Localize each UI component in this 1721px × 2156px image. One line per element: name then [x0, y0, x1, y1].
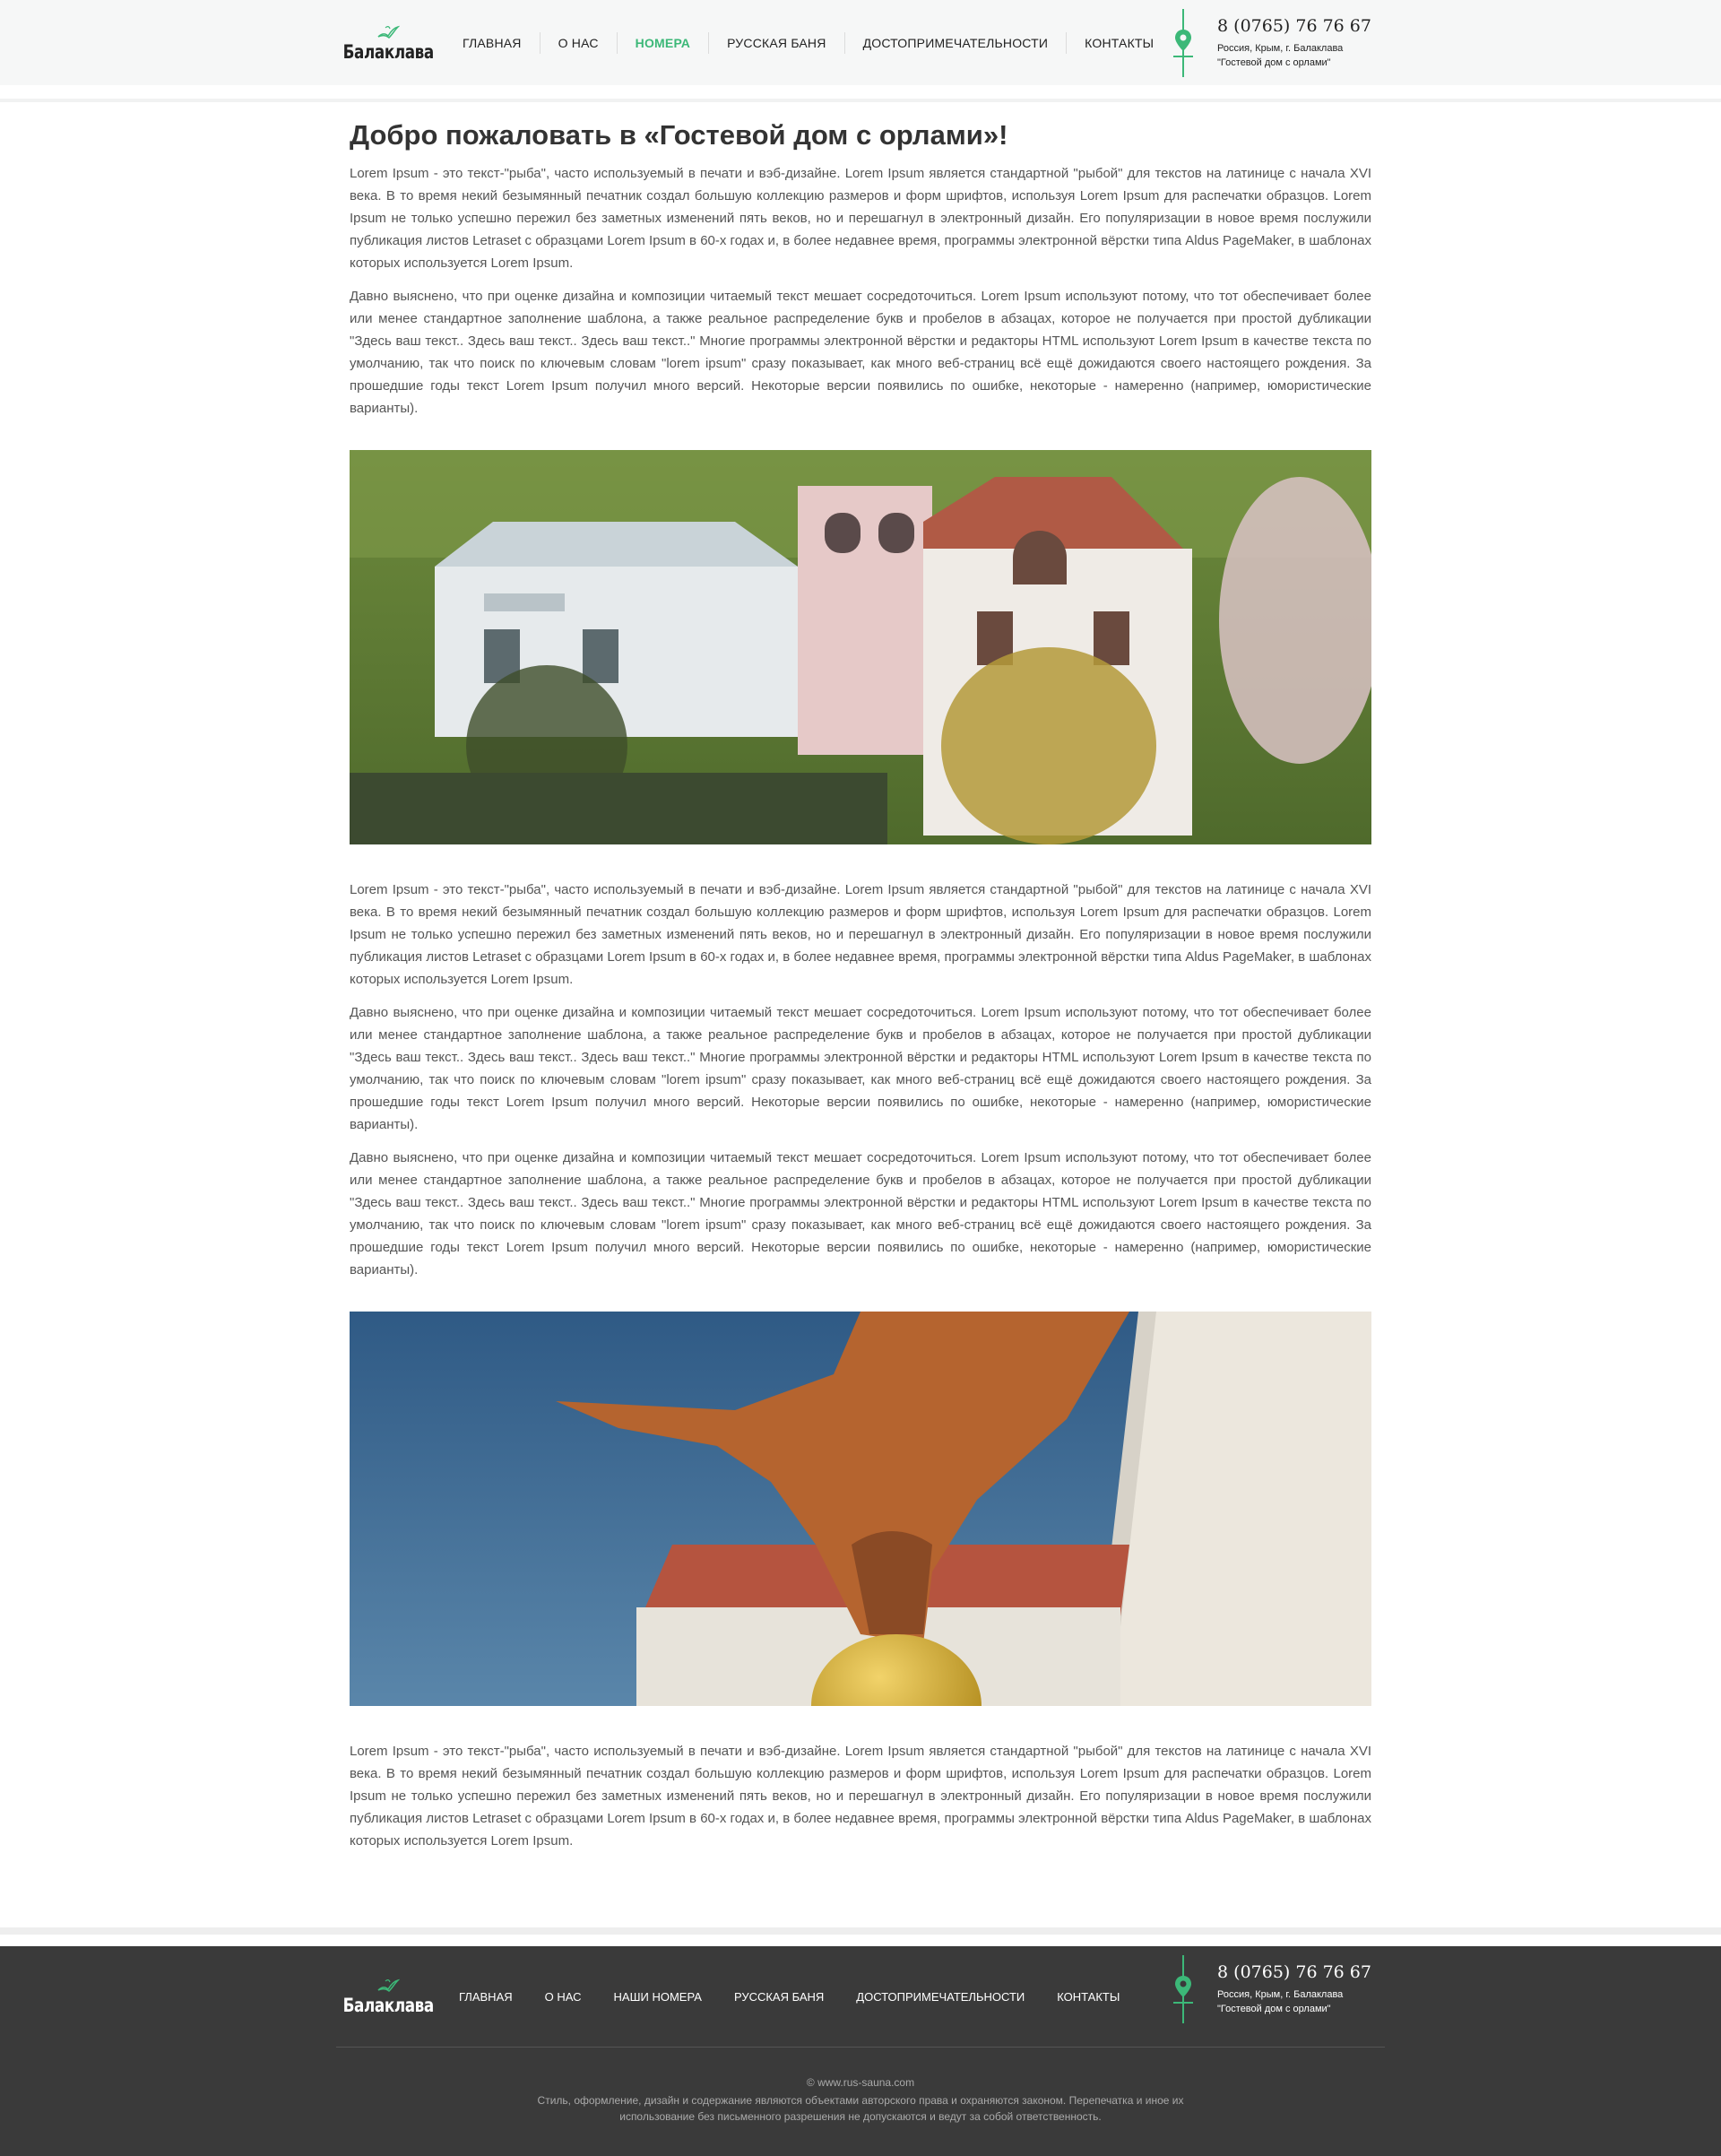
rights-notice: Стиль, оформление, дизайн и содержание я…: [537, 2094, 1184, 2123]
header-address-line2: "Гостевой дом с орлами": [1217, 56, 1331, 68]
nav-contacts[interactable]: КОНТАКТЫ: [1067, 32, 1172, 54]
site-header: Балаклава ГЛАВНАЯ О НАС НОМЕРА РУССКАЯ Б…: [0, 0, 1721, 85]
footer-legal: © www.rus-sauna.com Стиль, оформление, д…: [0, 2048, 1721, 2125]
header-phone[interactable]: 8 (0765) 76 76 67: [1217, 16, 1371, 36]
body-paragraph-4: Lorem Ipsum - это текст-"рыба", часто ис…: [350, 1744, 1371, 1849]
footer-nav-rooms[interactable]: НАШИ НОМЕРА: [598, 1990, 718, 2004]
footer-nav-contacts[interactable]: КОНТАКТЫ: [1041, 1990, 1136, 2004]
footer-nav: ГЛАВНАЯ О НАС НАШИ НОМЕРА РУССКАЯ БАНЯ Д…: [443, 1990, 1136, 2004]
logo[interactable]: Балаклава: [342, 24, 434, 62]
nav-home[interactable]: ГЛАВНАЯ: [445, 31, 541, 54]
footer-address-line1: Россия, Крым, г. Балаклава: [1217, 1988, 1344, 2000]
intro-paragraph-1: Lorem Ipsum - это текст-"рыба", часто ис…: [350, 166, 1371, 271]
footer-nav-about[interactable]: О НАС: [529, 1990, 598, 2004]
body-paragraph-1: Lorem Ipsum - это текст-"рыба", часто ис…: [350, 882, 1371, 987]
eagle-statue-photo: [350, 1312, 1371, 1706]
footer-contact: 8 (0765) 76 76 67 Россия, Крым, г. Балак…: [1171, 1946, 1371, 2031]
location-pin-icon: [1175, 29, 1192, 51]
footer-address-line2: "Гостевой дом с орлами": [1217, 2003, 1331, 2014]
main-nav: ГЛАВНАЯ О НАС НОМЕРА РУССКАЯ БАНЯ ДОСТОП…: [445, 0, 1172, 85]
footer-nav-home[interactable]: ГЛАВНАЯ: [443, 1990, 529, 2004]
intro-paragraph-2: Давно выяснено, что при оценке дизайна и…: [350, 289, 1371, 416]
footer-nav-attractions[interactable]: ДОСТОПРИМЕЧАТЕЛЬНОСТИ: [840, 1990, 1041, 2004]
footer-location-marker: [1171, 1954, 1196, 2023]
footer-nav-russian-bath[interactable]: РУССКАЯ БАНЯ: [718, 1990, 840, 2004]
nav-attractions[interactable]: ДОСТОПРИМЕЧАТЕЛЬНОСТИ: [845, 31, 1068, 54]
seagull-logo-icon: [377, 25, 400, 39]
logo-text: Балаклава: [342, 40, 434, 63]
seagull-logo-icon: [377, 1978, 400, 1992]
body-paragraph-3: Давно выяснено, что при оценке дизайна и…: [350, 1150, 1371, 1277]
footer-divider: [0, 1927, 1721, 1935]
site-footer: Балаклава ГЛАВНАЯ О НАС НАШИ НОМЕРА РУСС…: [0, 1946, 1721, 2156]
footer-logo[interactable]: Балаклава: [342, 1978, 434, 2015]
copyright: © www.rus-sauna.com: [806, 2076, 915, 2089]
location-pin-icon: [1175, 1975, 1192, 1997]
nav-russian-bath[interactable]: РУССКАЯ БАНЯ: [709, 31, 845, 54]
header-address-line1: Россия, Крым, г. Балаклава: [1217, 42, 1344, 54]
nav-rooms[interactable]: НОМЕРА: [618, 31, 710, 54]
body-paragraph-2: Давно выяснено, что при оценке дизайна и…: [350, 1005, 1371, 1132]
main-content: Добро пожаловать в «Гостевой дом с орлам…: [0, 85, 1721, 1852]
page-title: Добро пожаловать в «Гостевой дом с орлам…: [350, 119, 1008, 151]
header-contact: 8 (0765) 76 76 67 Россия, Крым, г. Балак…: [1171, 0, 1371, 85]
footer-logo-text: Балаклава: [342, 1995, 434, 2016]
nav-about[interactable]: О НАС: [541, 31, 618, 54]
guesthouse-photo: [350, 450, 1371, 844]
footer-phone[interactable]: 8 (0765) 76 76 67: [1217, 1962, 1371, 1982]
location-marker: [1171, 8, 1196, 77]
